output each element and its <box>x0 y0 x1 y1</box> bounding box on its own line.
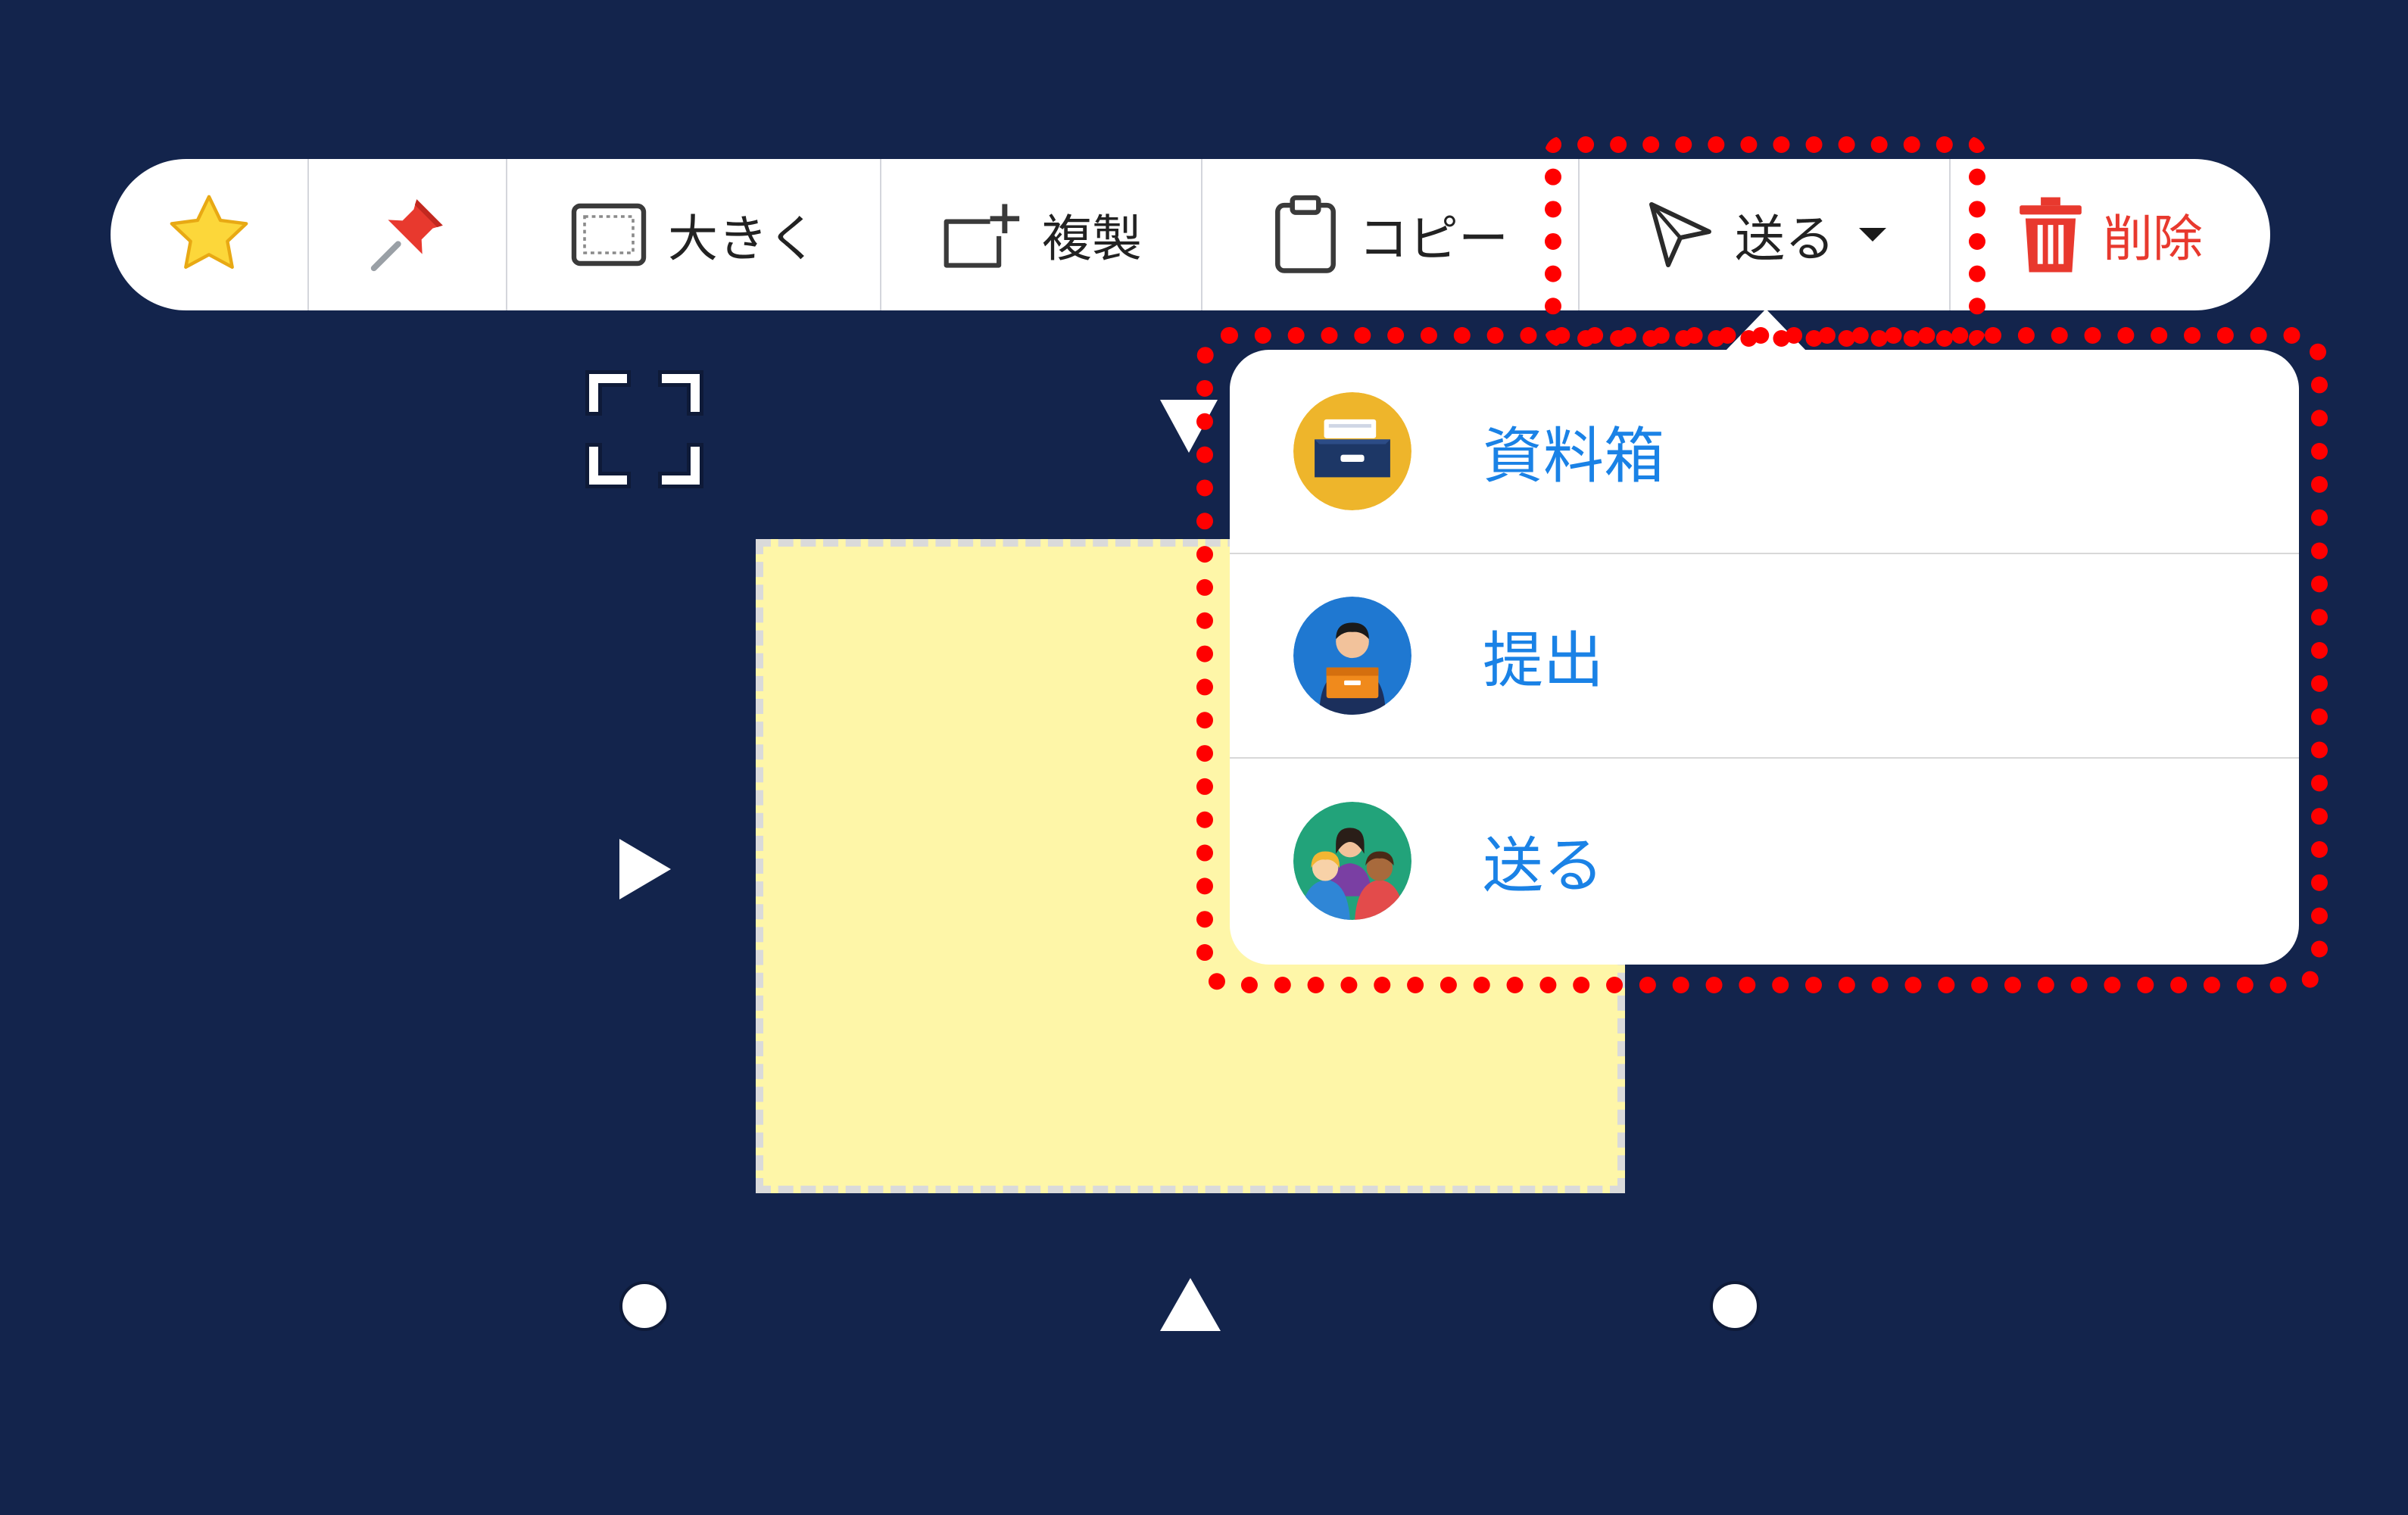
menu-item-send[interactable]: 送る <box>1230 759 2299 963</box>
duplicate-plus-icon <box>940 201 1022 269</box>
delete-button[interactable]: 削除 <box>1951 159 2270 310</box>
menu-pointer <box>1725 309 1807 351</box>
duplicate-button[interactable]: 複製 <box>881 159 1202 310</box>
file-drawer-icon <box>1293 392 1411 510</box>
favorite-button[interactable] <box>111 159 309 310</box>
document-box-label: 資料箱 <box>1483 421 1664 491</box>
send-button[interactable]: 送る <box>1580 159 1951 310</box>
clipboard-icon <box>1272 194 1339 276</box>
top-arrow-handle[interactable] <box>1160 400 1218 453</box>
left-arrow-handle[interactable] <box>619 839 671 899</box>
bottom-arrow-handle[interactable] <box>1160 1278 1221 1331</box>
bottom-left-resize-handle[interactable] <box>619 1281 669 1331</box>
person-with-box-icon <box>1293 597 1411 715</box>
object-toolbar: 大きく 複製 コピー 送る 削除 <box>111 159 2270 310</box>
paper-plane-icon <box>1642 198 1715 271</box>
bottom-right-resize-handle[interactable] <box>1710 1281 1760 1331</box>
enlarge-label: 大きく <box>668 210 818 268</box>
group-people-icon <box>1293 802 1411 920</box>
pushpin-icon <box>363 190 452 279</box>
copy-label: コピー <box>1358 210 1508 268</box>
canvas-stage: 大きく 複製 コピー 送る 削除 資料箱 提出 送る <box>0 0 2408 1515</box>
menu-item-document-box[interactable]: 資料箱 <box>1230 350 2299 554</box>
send-dropdown-menu: 資料箱 提出 送る <box>1230 350 2299 965</box>
chevron-down-icon <box>1859 228 1886 242</box>
enlarge-button[interactable]: 大きく <box>507 159 881 310</box>
fit-frame-handle-icon[interactable] <box>583 368 706 491</box>
delete-label: 削除 <box>2103 210 2203 268</box>
menu-item-submit[interactable]: 提出 <box>1230 554 2299 759</box>
duplicate-label: 複製 <box>1042 210 1142 268</box>
enlarge-frame-icon <box>569 201 648 269</box>
star-icon <box>164 192 254 277</box>
send-menu-label: 送る <box>1483 831 1604 901</box>
pin-button[interactable] <box>309 159 507 310</box>
copy-button[interactable]: コピー <box>1202 159 1580 310</box>
trash-icon <box>2018 195 2083 274</box>
send-label: 送る <box>1735 210 1835 268</box>
submit-label: 提出 <box>1483 625 1604 696</box>
